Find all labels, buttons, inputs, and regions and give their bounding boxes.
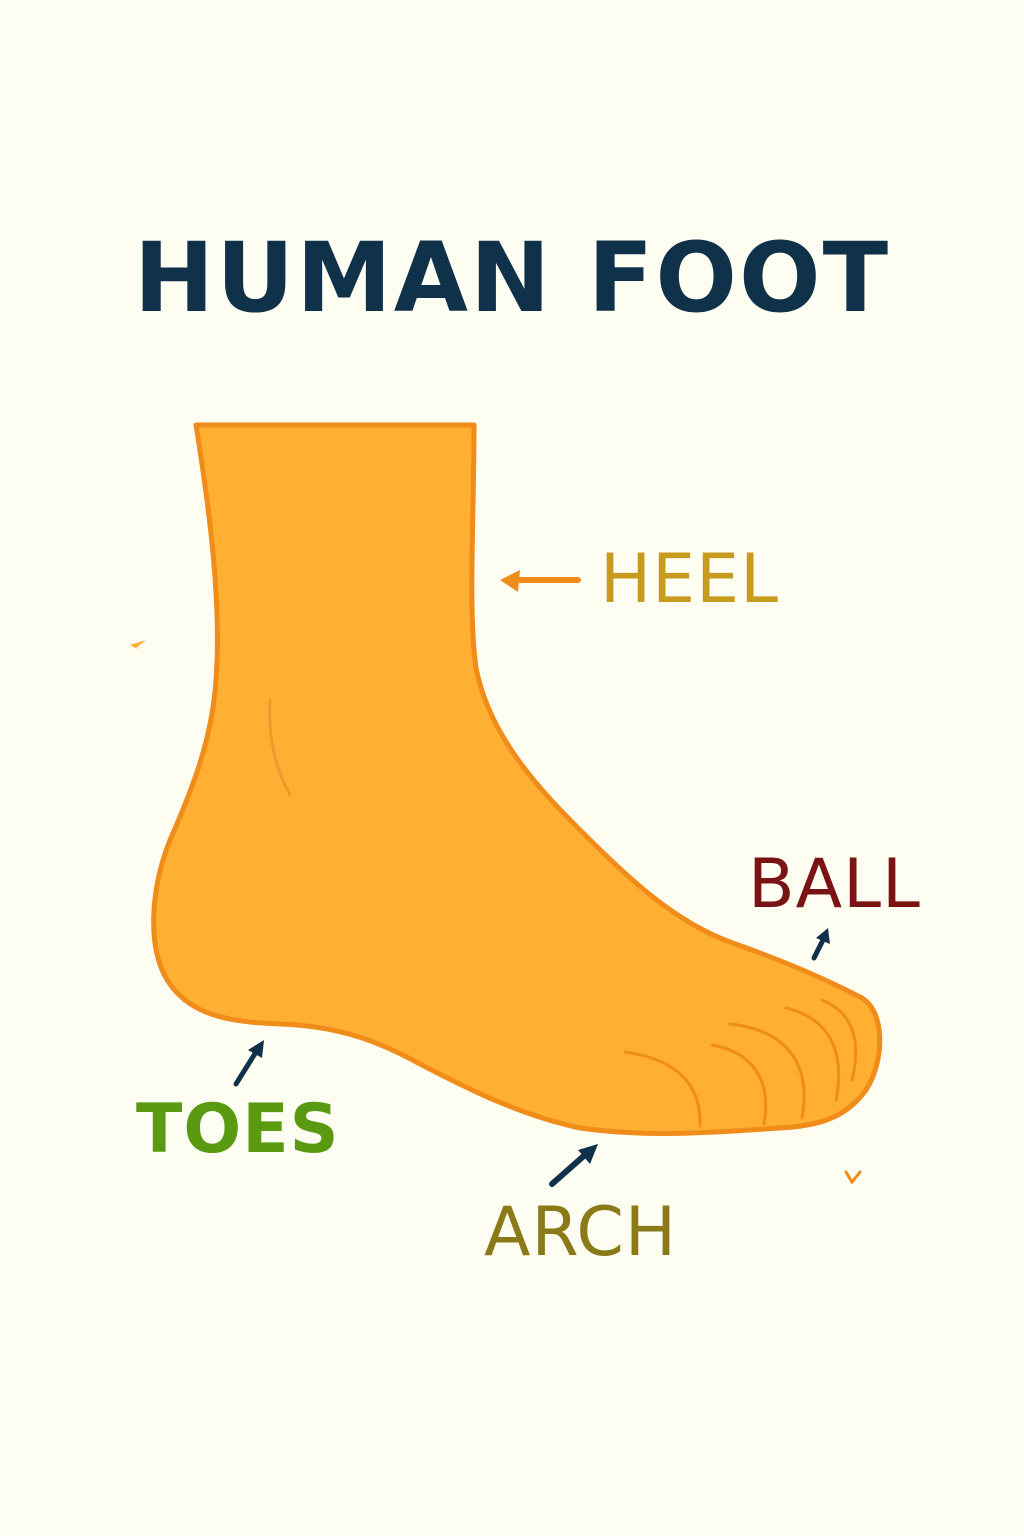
arch-arrow xyxy=(549,1144,598,1187)
heel-arrow xyxy=(500,570,581,592)
decor-mark-right xyxy=(844,1170,862,1185)
label-arch: ARCH xyxy=(484,1193,677,1272)
decor-mark-left xyxy=(130,640,146,654)
foot-shape xyxy=(151,422,883,1136)
label-ball: BALL xyxy=(748,845,921,924)
foot-diagram xyxy=(130,422,883,1187)
ball-arrow xyxy=(811,928,830,961)
label-heel: HEEL xyxy=(600,540,779,619)
toes-arrow xyxy=(233,1040,264,1087)
label-toes: TOES xyxy=(136,1090,340,1169)
